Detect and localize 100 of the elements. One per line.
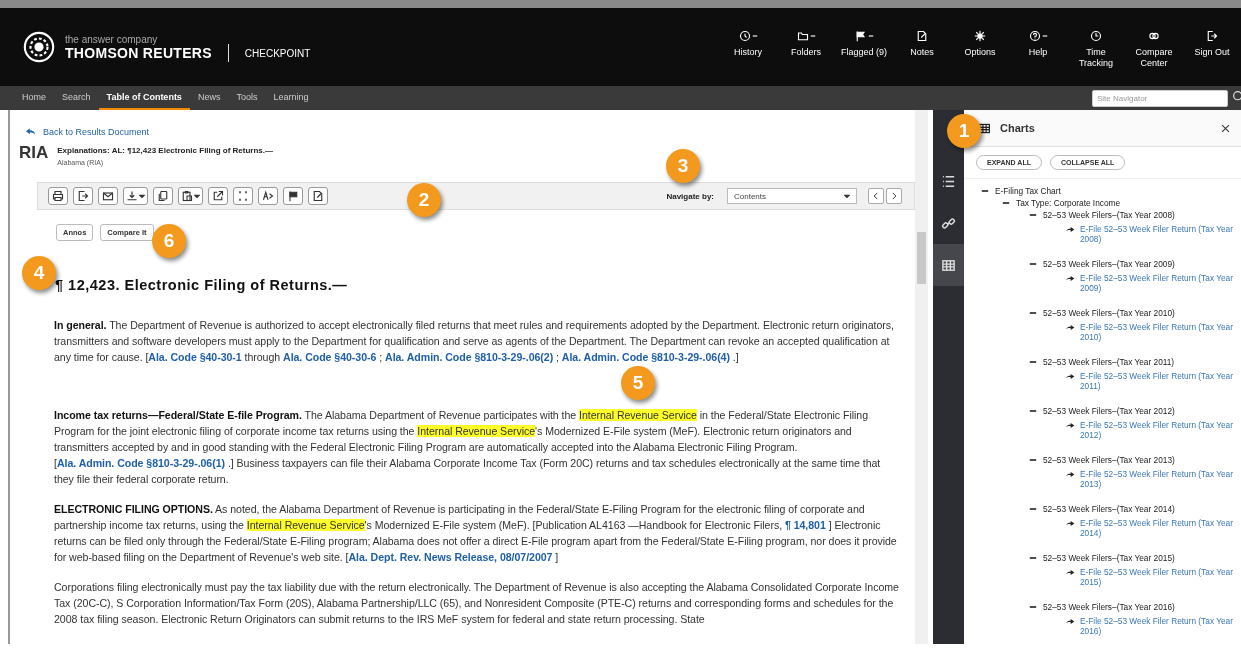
collapse-toggle[interactable] [1029,456,1037,464]
chevron-right-icon [889,191,899,201]
collapse-toggle[interactable] [1029,407,1037,415]
settings-icon [974,29,986,42]
compare-center-button[interactable]: Compare Center [1128,29,1180,69]
note-icon [312,190,324,202]
sign-out-button[interactable]: Sign Out [1186,29,1238,58]
tree-node-label: 52–53 Week Filers–(Tax Year 2010) [1043,307,1175,319]
tagline: the answer company [65,33,159,45]
section-heading: ¶ 12,423. Electronic Filing of Returns.— [55,277,349,293]
back-link[interactable]: Back to Results Document [24,126,150,138]
navigate-dropdown[interactable]: Contents [727,188,857,204]
help-button[interactable]: Help [1012,29,1064,58]
time-tracking-button[interactable]: Time Tracking [1070,29,1122,69]
citation-link[interactable]: Ala. Admin. Code §810-3-29-.06(2) [385,351,554,363]
toolbar-button[interactable] [153,187,173,205]
tree-node-label: 52–53 Week Filers–(Tax Year 2015) [1043,552,1175,564]
globe-logo-icon [22,30,56,64]
chart-link[interactable]: E-File 52–53 Week Filer Return (Tax Year 2011) [1080,371,1237,391]
callout-badge: 4 [22,256,56,290]
link-icon [941,215,956,231]
collapse-toggle[interactable] [981,187,989,195]
previous-button[interactable] [868,188,884,204]
chart-link[interactable]: E-File 52–53 Week Filer Return (Tax Year 2013) [1080,469,1237,489]
note-icon [916,29,928,42]
tree-node-label: Tax Type: Corporate Income [1016,197,1121,209]
collapse-toggle[interactable] [1029,554,1037,562]
options-button[interactable]: Options [954,29,1006,58]
text-reader-icon [262,190,274,202]
product-name: CHECKPOINT [244,48,311,59]
flag-icon [287,190,299,202]
toolbar-button[interactable] [283,187,303,205]
chart-link[interactable]: E-File 52–53 Week Filer Return (Tax Year 2015) [1080,567,1237,587]
body-paragraph: Corporations filing electronically must pay the tax liability due with the return electronically. The Department of Revenue is also accepting the Alabama Consolidated Corporate Income Tax (20C-C), S Corporation Information/Tax Form (20S), Alabama Partnership/LLC (65), and Nonresident Composite (PTE-C) returns and corresponding forms and schedules for the 2008 tax filing season. Electronic Return Originators can submit returns to the IRS MeF system for federal and state return processing. State [54,580,900,627]
minus-icon [1029,260,1037,268]
nav-tab[interactable]: Tools [228,86,266,110]
minus-icon [1029,603,1037,611]
nav-tab[interactable]: Home [14,86,54,110]
citation-link[interactable]: Ala. Code §40-30-6 [283,351,377,363]
tree-node-label: 52–53 Week Filers–(Tax Year 2013) [1043,454,1175,466]
chart-link[interactable]: E-File 52–53 Week Filer Return (Tax Year 2012) [1080,420,1237,440]
expand-icon [237,190,249,202]
chart-link[interactable]: E-File 52–53 Week Filer Return (Tax Year 2016) [1080,616,1237,636]
folders-button[interactable]: Folders [780,29,832,58]
chart-link[interactable]: E-File 52–53 Week Filer Return (Tax Year 2010) [1080,322,1237,342]
close-button[interactable] [1220,122,1231,134]
nav-tab[interactable]: Learning [265,86,317,110]
toolbar-button[interactable] [73,187,93,205]
citation-link[interactable]: Ala. Admin. Code §810-3-29-.06(4) [561,351,730,363]
collapse-toggle[interactable] [1029,603,1037,611]
tree-node-label: 52–53 Week Filers–(Tax Year 2011) [1043,356,1175,368]
collapse-toggle[interactable] [1029,211,1037,219]
toolbar-button[interactable] [208,187,228,205]
body-paragraph: In general. The Department of Revenue is authorized to accept electronically filed returns that meet rules and requirements adopted by the Department. Electronic return originators, transmitters and software developers must apply to the Department for qualification and serve as agents of the Department. The Department can revoke an accepted qualification at any time for cause. [Ala. Code §40-30-1 through Ala. Code §40-30-6 ; Ala. Admin. Code §810-3-29-.06(2) ; Ala. Admin. Code §810-3-29-.06(4) .] [54,318,895,365]
citation-link[interactable]: ¶ 14,801 [784,519,826,531]
collapse-toggle[interactable] [1029,309,1037,317]
chevron-left-icon [871,191,881,201]
toolbar-button[interactable] [178,187,203,205]
minus-icon [1029,554,1037,562]
list-icon [941,173,956,189]
toolbar-button[interactable] [258,187,278,205]
collapse-toggle[interactable] [1002,199,1010,207]
chart-link[interactable]: E-File 52–53 Week Filer Return (Tax Year 2009) [1080,273,1237,293]
site-navigator-field[interactable]: Site Navigator [1092,89,1228,107]
chart-link[interactable]: E-File 52–53 Week Filer Return (Tax Year 2014) [1080,518,1237,538]
toolbar-button[interactable] [123,187,148,205]
document-title: Explanations: AL: ¶12,423 Electronic Filing of Returns.— [57,146,274,155]
toolbar-button[interactable] [308,187,328,205]
nav-tab[interactable]: News [189,86,229,110]
collapse-toggle[interactable] [1029,260,1037,268]
sign-out-icon [1206,29,1218,42]
envelope-icon [102,190,114,202]
minus-icon [1029,309,1037,317]
caret-icon [844,193,850,199]
history-button[interactable]: History [722,29,774,58]
collapse-toggle[interactable] [1029,358,1037,366]
callout-badge: 3 [666,149,700,183]
export-icon [77,190,89,202]
scrollbar-thumb [917,232,926,284]
body-paragraph: ELECTRONIC FILING OPTIONS. As noted, the Alabama Department of Revenue is participating in the Federal/State E-Filing Program for the electronic filing of corporate and partnership income tax returns, using the Internal Revenue Service's Modernized E-File system (MeF). [Publication AL4163 —Handbook for Electronic Filers, ¶ 14,801 ] Electronic returns can be filed only through the Federal/State E-Filing program; Alabama does not offer a direct E-File program apart from the Federal/State E-Filing program, nor does it provide for web-based filing on the Department of Revenue's web site. [Ala. Dept. Rev. News Release, 08/07/2007 ] [54,502,898,565]
minus-icon [1029,407,1037,415]
notes-button[interactable]: Notes [896,29,948,58]
citation-link[interactable]: Ala. Dept. Rev. News Release, 08/07/2007 [348,551,553,563]
flagged-button[interactable]: Flagged (9) [838,29,890,58]
table-icon [978,121,991,135]
nav-tab[interactable]: Search [54,86,99,110]
chart-link[interactable]: E-File 52–53 Week Filer Return (Tax Year 2008) [1080,224,1237,244]
panel-title: Charts [1000,122,1035,134]
collapse-toggle[interactable] [1029,505,1037,513]
navigate-by-label: Navigate by: [666,191,714,201]
toolbar-button[interactable] [48,187,68,205]
caret-icon [194,193,200,199]
citation-link[interactable]: Ala. Code §40-30-1 [148,351,242,363]
printer-icon [52,190,64,202]
next-button[interactable] [886,188,902,204]
flag-icon [854,29,867,42]
copy-icon [157,190,169,202]
minus-icon [1029,358,1037,366]
toolbar-button[interactable] [98,187,118,205]
nav-tab[interactable]: Table of Contents [98,86,190,110]
